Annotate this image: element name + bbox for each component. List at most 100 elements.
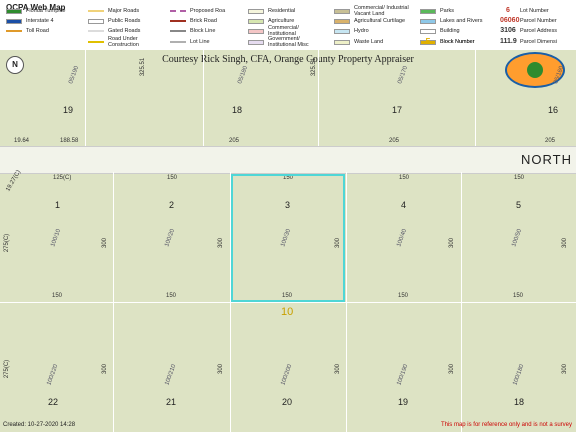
legend-label-building: Building — [440, 28, 460, 34]
legend-swatch-turnpike — [6, 8, 22, 14]
legend-symbol-glyph: 3106 — [500, 27, 516, 34]
lot-line — [203, 50, 204, 146]
legend-symbol-glyph: E — [425, 38, 431, 45]
legend-label-gated: Gated Roads — [108, 28, 141, 34]
lot-dimension: 150 — [513, 293, 524, 299]
legend-item-blockline: Block Line — [170, 26, 215, 36]
parcel-id: 100/200 — [280, 363, 294, 387]
parcel-id: 100/220 — [46, 363, 60, 387]
lot-dimension: 325.51 — [140, 57, 147, 77]
lot-line — [0, 302, 576, 303]
legend-label-lakes: Lakes and Rivers — [440, 18, 483, 24]
lot-dimension: 300 — [335, 363, 342, 375]
legend-item-interstate: Interstate 4 — [6, 16, 54, 26]
legend-symbol-2: 3106 Parcel Address — [500, 26, 557, 36]
lot-dimension: 300 — [218, 237, 225, 249]
parcel-map[interactable]: NORTH Courtesy Rick Singh, CFA, Orange C… — [0, 50, 576, 432]
lot-dimension: 19.64 — [14, 138, 30, 144]
legend-label-interstate: Interstate 4 — [26, 18, 54, 24]
road-name: NORTH — [521, 152, 572, 167]
legend-swatch-parks — [420, 8, 436, 14]
lot-dimension: 300 — [449, 237, 456, 249]
legend-label-toll: Toll Road — [26, 28, 49, 34]
legend-swatch-curtilage — [334, 18, 350, 24]
legend-swatch-major — [88, 10, 104, 12]
lot-number: 19 — [398, 397, 409, 407]
legend-item-commercial: Commercial/ Institutional — [248, 25, 328, 37]
legend-swatch-industrial — [334, 8, 350, 14]
lot-dimension: 150 — [398, 293, 409, 299]
parcel-id: 100/50 — [511, 228, 524, 248]
lot-number: 18 — [514, 397, 525, 407]
parcel-id: 100/180 — [512, 363, 526, 387]
legend-label-waste: Waste Land — [354, 39, 384, 45]
legend-item-industrial: Commercial/ Industrial Vacant Land — [334, 5, 414, 17]
legend-swatch-residential — [248, 8, 264, 14]
legend-item-proposed: Proposed Roa — [170, 6, 225, 16]
lot-number: 20 — [282, 397, 293, 407]
parcel-id: 100/10 — [50, 228, 63, 248]
legend-swatch-hydro — [334, 28, 350, 34]
lot-number: 2 — [169, 200, 175, 210]
legend-label-blockline: Block Line — [190, 28, 216, 34]
lot-dimension: 150 — [399, 175, 410, 181]
lot-number: 5 — [516, 200, 522, 210]
lot-line — [85, 50, 86, 146]
legend-item-brick: Brick Road — [170, 16, 217, 26]
lot-dimension: 205 — [389, 138, 400, 144]
legend-swatch-toll — [6, 30, 22, 32]
lot-dimension: 205 — [229, 138, 240, 144]
legend-symbol-1: 06060 Parcel Number — [500, 16, 557, 26]
lot-dimension: 300 — [218, 363, 225, 375]
legend-label-construction: Road Under Construction — [108, 36, 139, 48]
lot-dimension: 150 — [514, 175, 525, 181]
lot-dimension: 205 — [545, 138, 556, 144]
north-arrow-icon: N — [6, 56, 24, 74]
parcel-id: 05/190 — [68, 65, 81, 85]
legend-label-public: Public Roads — [108, 18, 141, 24]
lot-dimension: 150 — [52, 293, 63, 299]
courtesy-text: Courtesy Rick Singh, CFA, Orange County … — [162, 54, 414, 65]
legend-swatch-agriculture — [248, 18, 264, 24]
lot-dimension: 150 — [167, 175, 178, 181]
disclaimer: This map is for reference only and is no… — [440, 422, 572, 428]
legend-swatch-gated — [88, 30, 104, 32]
legend-label-hydro: Hydro — [354, 28, 369, 34]
lot-dimension: 300 — [449, 363, 456, 375]
legend-symbol-glyph: 111.9 — [500, 38, 517, 45]
lot-number: 19 — [63, 105, 74, 115]
legend-swatch-building — [420, 28, 436, 34]
legend-label-agriculture: Agriculture — [268, 18, 295, 24]
lot-dimension: 325.51 — [311, 57, 318, 77]
legend-symbol-4: E Block Number — [420, 37, 475, 47]
block-number: 10 — [281, 306, 294, 318]
parcel-id: 100/190 — [396, 363, 410, 387]
lot-dimension: 125(C) — [53, 175, 72, 181]
legend-symbol-label: Block Number — [440, 39, 475, 45]
legend-item-turnpike: Florida Turnpike — [6, 6, 65, 16]
parcel-id: 100/210 — [164, 363, 178, 387]
legend-item-gated: Gated Roads — [88, 26, 140, 36]
lot-number: 16 — [548, 105, 559, 115]
lot-dimension: 300 — [562, 237, 569, 249]
road — [0, 146, 576, 174]
legend-label-govt: Government/ Institutional Misc — [268, 36, 309, 48]
created-timestamp: Created: 10-27-2020 14:28 — [3, 422, 76, 428]
legend-swatch-blockline — [170, 30, 186, 32]
legend-item-waste: Waste Land — [334, 37, 383, 47]
lot-dimension: 300 — [102, 237, 109, 249]
highlighted-parcel[interactable] — [231, 174, 345, 302]
legend-swatch-lotline — [170, 41, 186, 43]
legend-label-parks: Parks — [440, 8, 455, 14]
lot-number: 4 — [401, 200, 407, 210]
lot-dimension: 275(C) — [4, 359, 11, 379]
legend-label-brick: Brick Road — [190, 18, 217, 24]
map-legend: OCPA Web Map Florida Turnpike Interstate … — [0, 0, 576, 51]
parcel-id: 05/180 — [237, 65, 250, 85]
parcel-id: 100/40 — [396, 228, 409, 248]
legend-symbol-3: 111.9 Parcel Dimensi — [500, 37, 557, 47]
legend-label-residential: Residential — [268, 8, 296, 14]
parcel-id: 05/170 — [397, 65, 410, 85]
legend-label-major: Major Roads — [108, 8, 140, 14]
legend-item-toll: Toll Road — [6, 26, 49, 36]
